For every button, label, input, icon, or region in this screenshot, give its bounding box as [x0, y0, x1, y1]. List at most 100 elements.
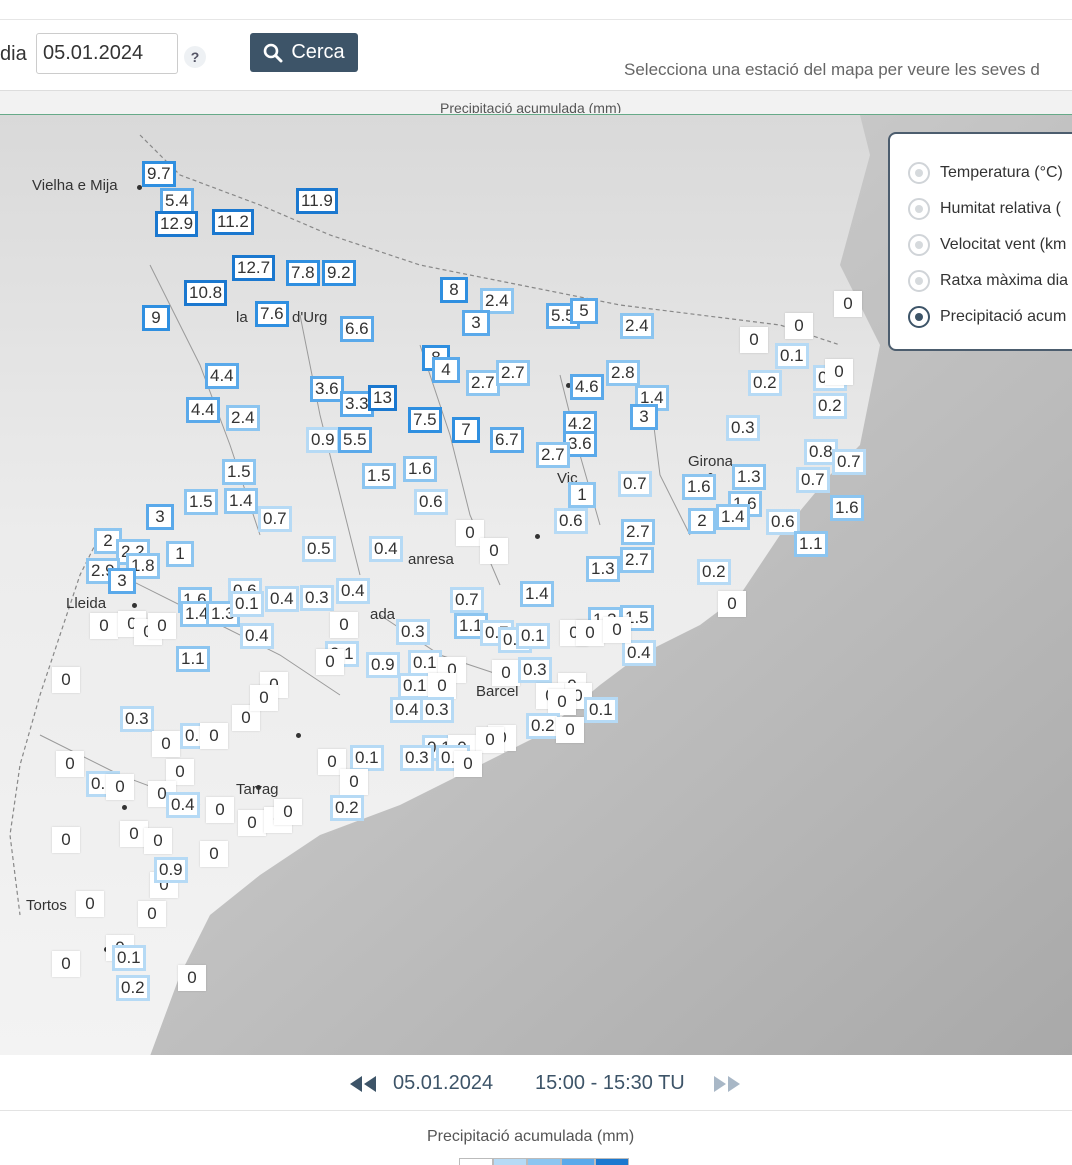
rewind-icon[interactable]: [348, 1074, 378, 1100]
station-value[interactable]: 0: [200, 841, 228, 867]
station-value[interactable]: 1.3: [586, 556, 620, 582]
station-value[interactable]: 0: [480, 538, 508, 564]
layer-max-gust[interactable]: Ratxa màxima dia: [908, 270, 1068, 292]
station-value[interactable]: 0.1: [230, 591, 264, 617]
station-value[interactable]: 12.9: [155, 211, 199, 237]
station-value[interactable]: 0.3: [400, 745, 434, 771]
station-value[interactable]: 0.3: [300, 585, 334, 611]
station-value[interactable]: 0.4: [622, 640, 656, 666]
station-value[interactable]: 1.6: [830, 495, 864, 521]
station-value[interactable]: 0: [548, 689, 576, 715]
station-value[interactable]: 0: [238, 810, 266, 836]
station-value[interactable]: 0: [316, 649, 344, 675]
station-value[interactable]: 0.2: [697, 559, 731, 585]
station-value[interactable]: 0.7: [618, 471, 652, 497]
station-value[interactable]: 0: [428, 673, 456, 699]
station-value[interactable]: 0: [206, 797, 234, 823]
station-value[interactable]: 0: [52, 827, 80, 853]
station-value[interactable]: 0.2: [116, 975, 150, 1001]
station-value[interactable]: 0: [90, 613, 118, 639]
station-value[interactable]: 0.4: [166, 792, 200, 818]
station-value[interactable]: 0: [825, 359, 853, 385]
station-value[interactable]: 0.2: [330, 795, 364, 821]
station-value[interactable]: 0.7: [450, 587, 484, 613]
station-value[interactable]: 2.7: [620, 547, 654, 573]
station-value[interactable]: 0: [200, 723, 228, 749]
layer-temperature[interactable]: Temperatura (°C): [908, 162, 1063, 184]
station-value[interactable]: 11.2: [212, 209, 254, 235]
station-value[interactable]: 2.7: [466, 370, 500, 396]
station-value[interactable]: 8: [440, 277, 468, 303]
station-value[interactable]: 9.7: [142, 161, 176, 187]
station-value[interactable]: 0: [340, 769, 368, 795]
station-value[interactable]: 7: [452, 417, 480, 443]
station-value[interactable]: 0: [52, 951, 80, 977]
station-value[interactable]: 0: [603, 617, 631, 643]
station-value[interactable]: 1.1: [794, 531, 828, 557]
station-value[interactable]: 6.6: [340, 316, 374, 342]
station-value[interactable]: 0.7: [796, 467, 830, 493]
station-value[interactable]: 0.4: [390, 697, 424, 723]
station-value[interactable]: 2.7: [536, 442, 570, 468]
station-value[interactable]: 0: [138, 901, 166, 927]
station-value[interactable]: 0: [106, 774, 134, 800]
station-value[interactable]: 0: [152, 731, 180, 757]
station-value[interactable]: 0.7: [258, 506, 292, 532]
station-value[interactable]: 1.5: [184, 489, 218, 515]
station-value[interactable]: 11.9: [296, 188, 338, 214]
layer-wind-speed[interactable]: Velocitat vent (km: [908, 234, 1066, 256]
station-value[interactable]: 1.4: [716, 504, 750, 530]
station-value[interactable]: 0: [274, 799, 302, 825]
station-value[interactable]: 0: [556, 717, 584, 743]
station-value[interactable]: 5.5: [338, 427, 372, 453]
station-value[interactable]: 2.7: [496, 360, 530, 386]
station-value[interactable]: 0.2: [526, 713, 560, 739]
station-value[interactable]: 0.2: [748, 370, 782, 396]
station-value[interactable]: 4.6: [570, 374, 604, 400]
station-value[interactable]: 0.2: [813, 393, 847, 419]
station-value[interactable]: 0.7: [832, 449, 866, 475]
station-value[interactable]: 1.6: [682, 474, 716, 500]
station-value[interactable]: 0: [144, 828, 172, 854]
station-value[interactable]: 0: [492, 660, 520, 686]
station-value[interactable]: 0.3: [518, 657, 552, 683]
station-value[interactable]: 0: [330, 612, 358, 638]
station-value[interactable]: 1: [166, 541, 194, 567]
station-value[interactable]: 2: [688, 508, 716, 534]
station-value[interactable]: 1.6: [403, 456, 437, 482]
station-value[interactable]: 4.4: [186, 397, 220, 423]
station-value[interactable]: 0.6: [554, 508, 588, 534]
station-value[interactable]: 1.4: [520, 581, 554, 607]
station-value[interactable]: 6.7: [490, 427, 524, 453]
station-value[interactable]: 0: [56, 751, 84, 777]
date-input[interactable]: [36, 33, 178, 74]
station-value[interactable]: 9.2: [322, 260, 356, 286]
station-value[interactable]: 0: [250, 685, 278, 711]
station-value[interactable]: 0: [476, 727, 504, 753]
station-value[interactable]: 0: [785, 313, 813, 339]
search-button[interactable]: Cerca: [250, 33, 358, 72]
station-value[interactable]: 1.1: [176, 646, 210, 672]
station-value[interactable]: 12.7: [232, 255, 276, 281]
station-value[interactable]: 0: [576, 620, 604, 646]
station-value[interactable]: 13: [368, 385, 397, 411]
station-value[interactable]: 7.6: [255, 301, 289, 327]
station-value[interactable]: 0: [148, 613, 176, 639]
station-value[interactable]: 1.4: [224, 488, 258, 514]
station-value[interactable]: 0.1: [584, 697, 618, 723]
station-value[interactable]: 5: [570, 298, 598, 324]
station-value[interactable]: 7.8: [286, 260, 320, 286]
station-value[interactable]: 0: [834, 291, 862, 317]
station-value[interactable]: 3: [108, 568, 136, 594]
station-value[interactable]: 10.8: [184, 280, 228, 306]
station-value[interactable]: 0: [718, 591, 746, 617]
station-value[interactable]: 0.4: [369, 536, 403, 562]
station-value[interactable]: 0.3: [420, 697, 454, 723]
station-value[interactable]: 3: [146, 504, 174, 530]
station-value[interactable]: 1.3: [732, 464, 766, 490]
station-value[interactable]: 0.5: [302, 536, 336, 562]
station-value[interactable]: 0.3: [396, 619, 430, 645]
station-value[interactable]: 0.3: [726, 415, 760, 441]
station-value[interactable]: 7.5: [408, 407, 442, 433]
station-value[interactable]: 0.1: [350, 745, 384, 771]
